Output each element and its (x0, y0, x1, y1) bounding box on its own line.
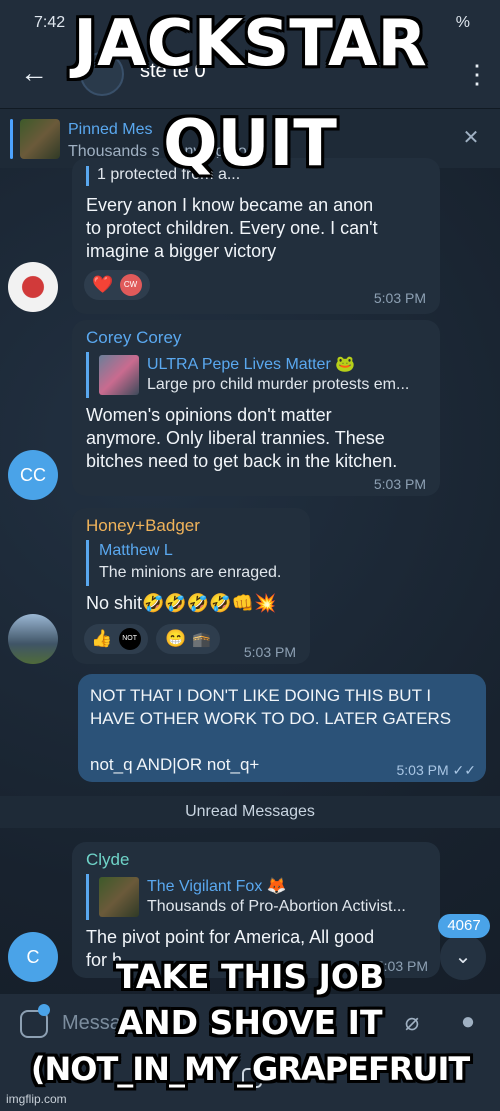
sender-name[interactable]: Honey+Badger (86, 516, 200, 536)
message-bubble[interactable]: 1 protected from a... Every anon I know … (72, 158, 440, 314)
reply-quote[interactable]: Matthew L The minions are enraged. (86, 540, 296, 586)
message-line: The pivot point for America, All good (86, 927, 375, 947)
reaction-avatar: CW (119, 274, 142, 296)
message-line: HAVE OTHER WORK TO DO. LATER GATERS (90, 709, 452, 728)
sender-avatar[interactable]: CC (8, 450, 58, 500)
reply-text: The minions are enraged. (99, 564, 282, 581)
reply-text: Large pro child murder protests em... (147, 376, 410, 393)
reply-quote[interactable]: The Vigilant Fox 🦊 Thousands of Pro-Abor… (86, 874, 431, 920)
message-line: to protect children. Every one. I can't (86, 218, 378, 238)
meme-top-text-line1: JACKSTAR (73, 7, 427, 81)
message-line: NOT THAT I DON'T LIKE DOING THIS BUT I (90, 686, 432, 705)
meme-bottom-text-line1: TAKE THIS JOB (115, 957, 385, 996)
meme-bottom-text-line2: AND SHOVE IT (117, 1003, 383, 1042)
unread-count-badge[interactable]: 4067 (438, 914, 490, 938)
message-text: Every anon I know became an anon to prot… (86, 194, 431, 263)
sender-avatar[interactable] (8, 262, 58, 312)
reply-quote[interactable]: ULTRA Pepe Lives Matter 🐸 Large pro chil… (86, 352, 431, 398)
message-bubble[interactable]: Honey+Badger Matthew L The minions are e… (72, 508, 310, 664)
reply-thumbnail (99, 355, 139, 395)
grin-icon: 😁 (165, 629, 187, 648)
outgoing-message-bubble[interactable]: NOT THAT I DON'T LIKE DOING THIS BUT I H… (78, 674, 486, 782)
message-text: Women's opinions don't matter anymore. O… (86, 404, 431, 473)
reaction-heart[interactable]: ❤️ CW (84, 270, 150, 300)
meme-bottom-text-line3: (NOT_IN_MY_GRAPEFRUIT (30, 1050, 470, 1088)
reply-sender: ULTRA Pepe Lives Matter 🐸 (147, 356, 356, 373)
message-time: 5:03 PM (373, 476, 426, 492)
reply-sender: The Vigilant Fox 🦊 (147, 878, 287, 895)
message-time-read: 5:03 PM ✓✓ (396, 762, 477, 778)
sender-name[interactable]: Corey Corey (86, 328, 181, 348)
reaction-grin[interactable]: 😁 🕋 (156, 624, 220, 654)
thumbs-up-icon: 👍 (91, 629, 113, 648)
reply-thumbnail (99, 877, 139, 917)
message-line: Women's opinions don't matter (86, 405, 332, 425)
message-text: No shit🤣🤣🤣🤣👊💥 (86, 593, 277, 613)
unread-messages-divider: Unread Messages (0, 796, 500, 828)
sender-name[interactable]: Clyde (86, 850, 129, 870)
message-line: imagine a bigger victory (86, 241, 277, 261)
heart-icon: ❤️ (92, 275, 114, 294)
message-line: anymore. Only liberal trannies. These (86, 428, 385, 448)
watermark: imgflip.com (6, 1092, 67, 1106)
message-line: bitches need to get back in the kitchen. (86, 451, 398, 471)
message-line (90, 730, 480, 753)
message-line: Every anon I know became an anon (86, 195, 374, 215)
message-time: 5:03 PM (243, 644, 296, 660)
message-bubble[interactable]: Corey Corey ULTRA Pepe Lives Matter 🐸 La… (72, 320, 440, 496)
reply-sender: Matthew L (99, 542, 173, 559)
reaction-avatar: NOT (118, 628, 141, 650)
reaction-avatar: 🕋 (192, 631, 211, 648)
sender-avatar[interactable] (8, 614, 58, 664)
reaction-thumbs-up[interactable]: 👍 NOT (84, 624, 148, 654)
reply-text: Thousands of Pro-Abortion Activist... (147, 898, 406, 915)
meme-top-text-line2: QUIT (163, 107, 337, 181)
message-time: 5:03 PM (373, 290, 426, 306)
